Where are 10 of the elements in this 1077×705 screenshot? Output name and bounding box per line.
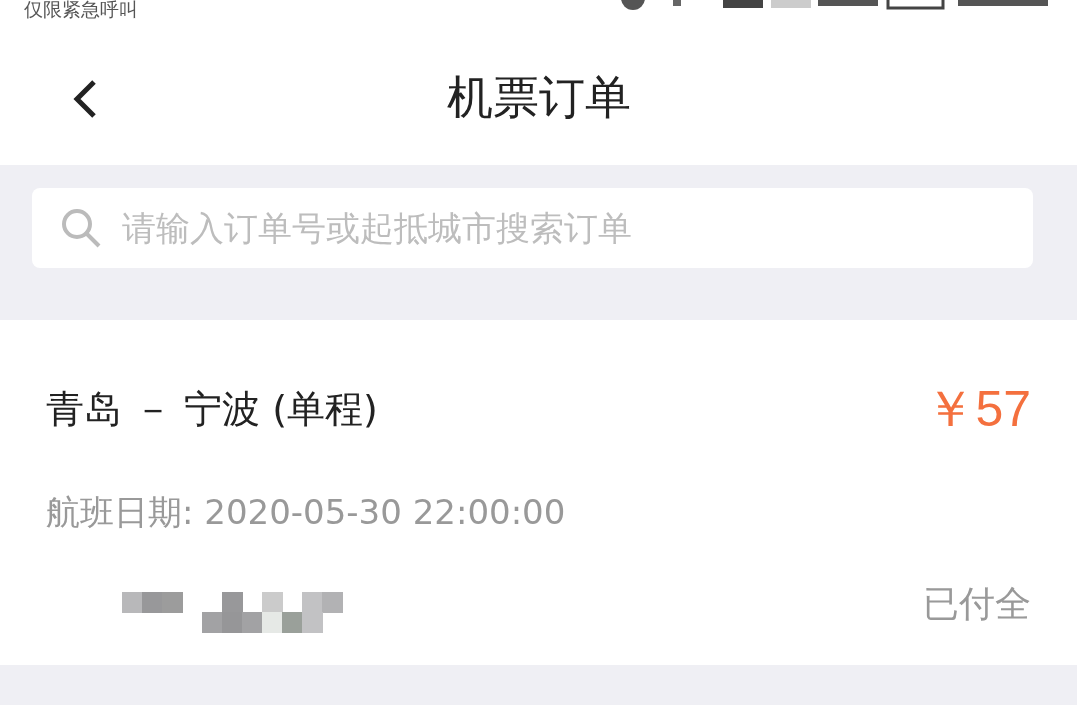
order-card[interactable]: 青岛 － 宁波 (单程) ￥57 航班日期: 2020-05-30 22:00:00 已付全 <box>0 320 1077 665</box>
carrier-text: 仅限紧急呼叫 <box>24 0 138 19</box>
price-text: ￥57 <box>925 380 1031 439</box>
payment-status-text: 已付全 <box>923 582 1031 626</box>
flight-date-text: 航班日期: 2020-05-30 22:00:00 <box>46 491 567 534</box>
back-icon <box>73 79 97 119</box>
route-text: 青岛 － 宁波 (单程) <box>46 386 378 433</box>
search-field[interactable]: 请输入订单号或起抵城市搜索订单 <box>32 187 1033 268</box>
search-icon <box>60 206 102 249</box>
page-title: 机票订单 <box>446 69 631 126</box>
